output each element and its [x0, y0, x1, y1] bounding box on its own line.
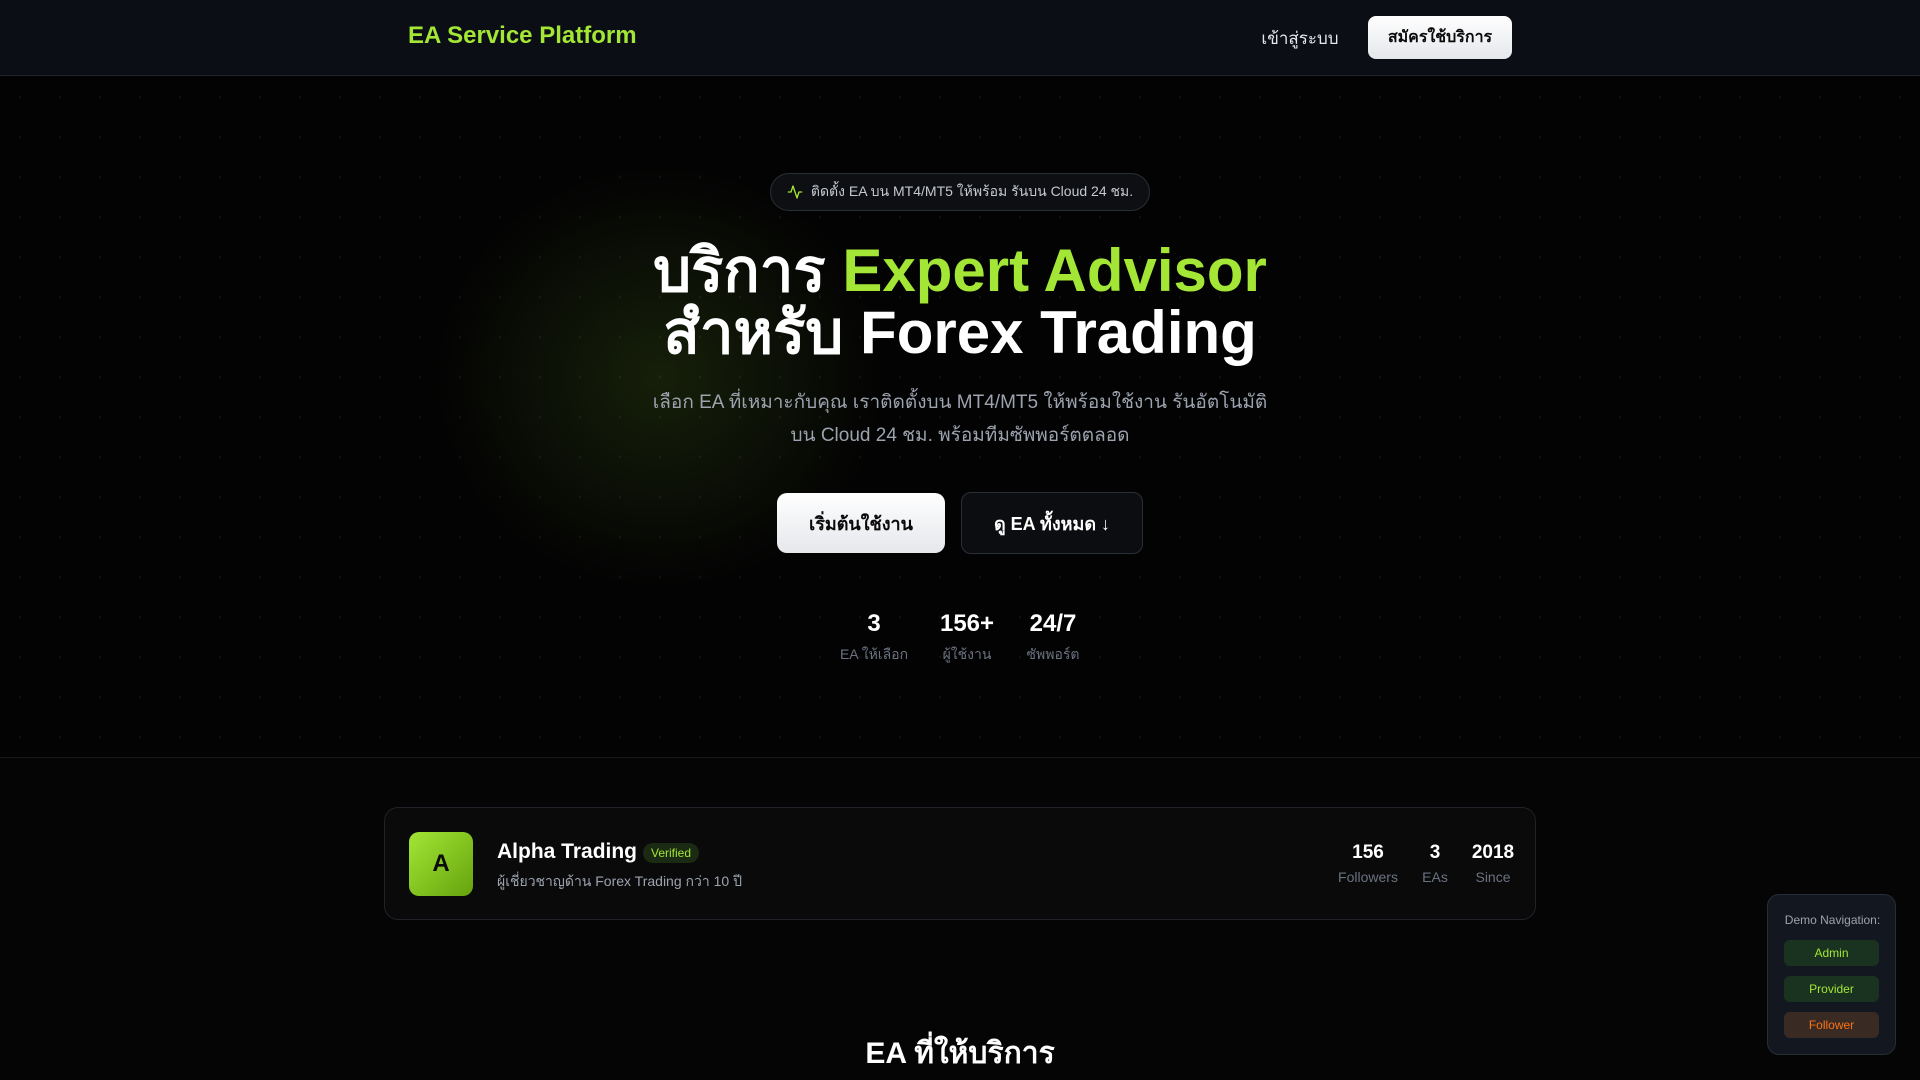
demo-navigation-panel: Demo Navigation: Admin Provider Follower [1767, 894, 1896, 1055]
stat-support: 24/7 ซัพพอร์ต [993, 610, 1113, 666]
signup-button[interactable]: สมัครใช้บริการ [1368, 16, 1512, 59]
top-navbar: EA Service Platform เข้าสู่ระบบ สมัครใช้… [0, 0, 1920, 76]
provider-stat-value: 2018 [1471, 842, 1515, 863]
hero-tagline-pill: ติดตั้ง EA บน MT4/MT5 ให้พร้อม รันบน Clo… [770, 173, 1150, 211]
provider-stat-since: 2018 Since [1453, 842, 1533, 885]
hero-subheading: เลือก EA ที่เหมาะกับคุณ เราติดตั้งบน MT4… [560, 386, 1360, 452]
stat-value: 24/7 [1029, 610, 1077, 637]
headline-line2: สำหรับ Forex Trading [663, 299, 1257, 366]
subhead-line2: บน Cloud 24 ชม. พร้อมทีมซัพพอร์ตตลอด [790, 425, 1130, 446]
brand-logo[interactable]: EA Service Platform [408, 22, 637, 50]
view-all-ea-button[interactable]: ดู EA ทั้งหมด ↓ [961, 492, 1143, 554]
provider-name: Alpha Trading [497, 840, 638, 863]
stat-label: ซัพพอร์ต [1026, 646, 1080, 662]
get-started-button[interactable]: เริ่มต้นใช้งาน [777, 493, 945, 553]
hero-headline: บริการ Expert Advisor สำหรับ Forex Tradi… [460, 240, 1460, 364]
provider-description: ผู้เชี่ยวชาญด้าน Forex Trading กว่า 10 ป… [497, 873, 742, 889]
ea-section-title: EA ที่ให้บริการ [865, 1037, 1055, 1070]
demo-admin-button[interactable]: Admin [1784, 940, 1879, 966]
provider-stat-label: Since [1475, 869, 1511, 885]
verified-badge: Verified [643, 843, 700, 863]
headline-accent: Expert Advisor [842, 237, 1267, 304]
subhead-line1: เลือก EA ที่เหมาะกับคุณ เราติดตั้งบน MT4… [652, 392, 1268, 413]
tagline-text: ติดตั้ง EA บน MT4/MT5 ให้พร้อม รันบน Clo… [810, 183, 1134, 199]
demo-follower-button[interactable]: Follower [1784, 1012, 1879, 1038]
demo-provider-button[interactable]: Provider [1784, 976, 1879, 1002]
headline-part1: บริการ [653, 237, 843, 304]
login-link[interactable]: เข้าสู่ระบบ [1250, 25, 1350, 52]
demo-navigation-title: Demo Navigation: [1784, 913, 1881, 927]
activity-icon [787, 185, 803, 199]
provider-card[interactable]: A Alpha Trading Verified ผู้เชี่ยวชาญด้า… [384, 807, 1536, 920]
avatar: A [409, 832, 473, 896]
